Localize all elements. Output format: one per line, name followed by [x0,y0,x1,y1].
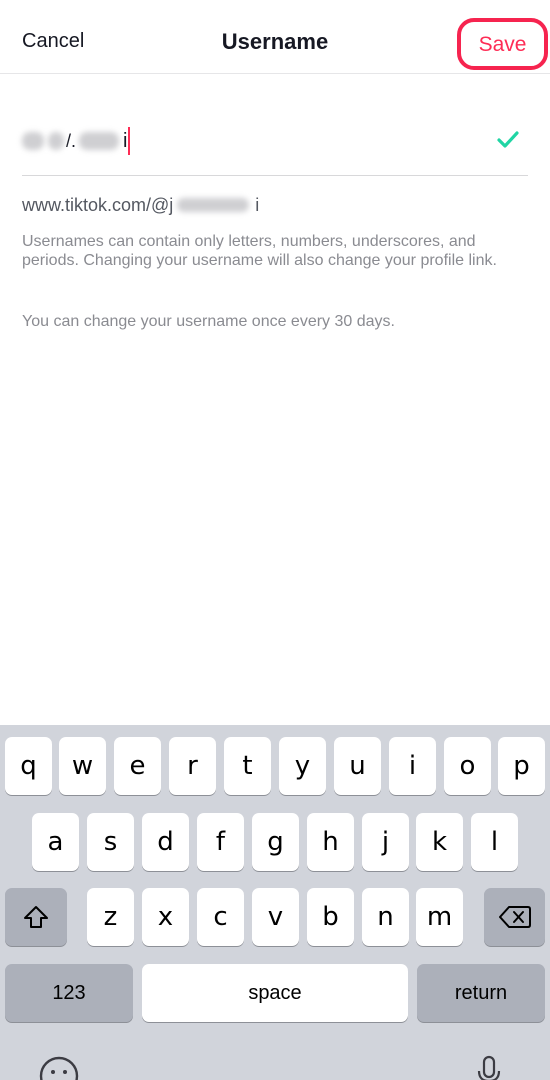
return-key[interactable]: return [417,964,545,1022]
key-b[interactable]: b [307,888,354,946]
profile-link-prefix: www.tiktok.com/@ [22,194,170,215]
key-p[interactable]: p [498,737,545,795]
key-o[interactable]: o [444,737,491,795]
key-a[interactable]: a [32,813,79,871]
shift-icon [24,906,48,928]
key-i[interactable]: i [389,737,436,795]
redacted-text [177,198,250,212]
cancel-button[interactable]: Cancel [22,30,84,53]
username-rules-text: Usernames can contain only letters, numb… [22,233,497,269]
shift-key[interactable] [5,888,67,946]
backspace-icon [498,906,531,928]
redacted-text [22,132,44,150]
key-g[interactable]: g [252,813,299,871]
text-caret [128,127,131,155]
backspace-key[interactable] [484,888,545,946]
space-key[interactable]: space [142,964,408,1022]
key-h[interactable]: h [307,813,354,871]
username-dot: /. [66,130,77,151]
key-r[interactable]: r [169,737,216,795]
key-t[interactable]: t [224,737,271,795]
key-s[interactable]: s [87,813,134,871]
key-d[interactable]: d [142,813,189,871]
key-m[interactable]: m [416,888,463,946]
key-n[interactable]: n [362,888,409,946]
key-l[interactable]: l [471,813,518,871]
numbers-key[interactable]: 123 [5,964,133,1022]
profile-link-end: i [255,194,260,215]
checkmark-icon [497,131,519,148]
key-v[interactable]: v [252,888,299,946]
key-q[interactable]: q [5,737,52,795]
key-w[interactable]: w [59,737,106,795]
key-f[interactable]: f [197,813,244,871]
key-c[interactable]: c [197,888,244,946]
emoji-icon[interactable] [38,1055,80,1080]
key-x[interactable]: x [142,888,189,946]
key-z[interactable]: z [87,888,134,946]
username-field[interactable]: /. i [22,116,528,176]
username-visible-char: i [123,129,128,152]
keyboard: q w e r t y u i o p a s d f g h j k l z … [0,725,550,1080]
key-y[interactable]: y [279,737,326,795]
nav-bar: Cancel Username Save [0,0,550,74]
redacted-text [79,132,120,150]
save-button[interactable]: Save [457,18,548,70]
key-u[interactable]: u [334,737,381,795]
key-e[interactable]: e [114,737,161,795]
username-frequency-text: You can change your username once every … [22,313,395,330]
redacted-text [48,132,64,150]
key-k[interactable]: k [416,813,463,871]
profile-link-start: j [169,194,174,215]
username-input[interactable]: /. i [22,126,131,156]
microphone-icon[interactable] [474,1055,504,1080]
profile-link: www.tiktok.com/@ j i [22,192,259,218]
key-j[interactable]: j [362,813,409,871]
